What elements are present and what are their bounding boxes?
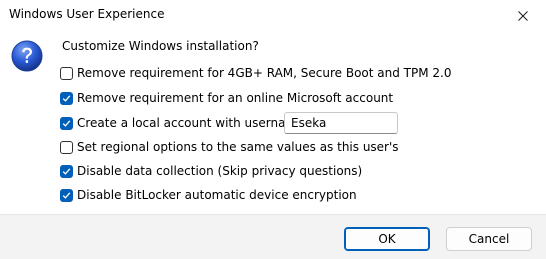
checkbox[interactable] (60, 66, 73, 80)
dialog-window: Windows User Experience Customize Window… (0, 0, 546, 259)
option-create-local-account[interactable]: Create a local account with username: (60, 114, 309, 132)
checkmark-icon (62, 167, 71, 175)
close-icon (518, 6, 528, 25)
checkbox[interactable] (60, 91, 73, 105)
option-label: Remove requirement for 4GB+ RAM, Secure … (77, 66, 452, 80)
button-bar: OK Cancel (0, 214, 546, 259)
option-label: Create a local account with username: (77, 116, 309, 130)
title-bar: Windows User Experience (0, 0, 546, 32)
username-input[interactable] (284, 112, 398, 134)
checkbox[interactable] (60, 116, 73, 130)
checkmark-icon (62, 94, 71, 102)
ok-button[interactable]: OK (344, 227, 430, 251)
checkbox[interactable] (60, 188, 73, 202)
option-label: Disable BitLocker automatic device encry… (77, 188, 357, 202)
option-remove-online-account[interactable]: Remove requirement for an online Microso… (60, 89, 393, 107)
checkmark-icon (62, 191, 71, 199)
checkbox[interactable] (60, 164, 73, 178)
checkbox[interactable] (60, 140, 73, 154)
close-button[interactable] (500, 0, 546, 31)
cancel-button[interactable]: Cancel (446, 227, 532, 251)
checkmark-icon (62, 119, 71, 127)
dialog-prompt: Customize Windows installation? (62, 39, 259, 53)
option-remove-hw-requirements[interactable]: Remove requirement for 4GB+ RAM, Secure … (60, 64, 451, 82)
option-label: Set regional options to the same values … (77, 140, 399, 154)
window-title: Windows User Experience (9, 7, 165, 21)
question-icon (11, 40, 43, 72)
option-disable-bitlocker[interactable]: Disable BitLocker automatic device encry… (60, 186, 357, 204)
option-label: Remove requirement for an online Microso… (77, 91, 394, 105)
option-label: Disable data collection (Skip privacy qu… (77, 164, 363, 178)
option-disable-data-collection[interactable]: Disable data collection (Skip privacy qu… (60, 162, 362, 180)
option-regional-options[interactable]: Set regional options to the same values … (60, 138, 399, 156)
